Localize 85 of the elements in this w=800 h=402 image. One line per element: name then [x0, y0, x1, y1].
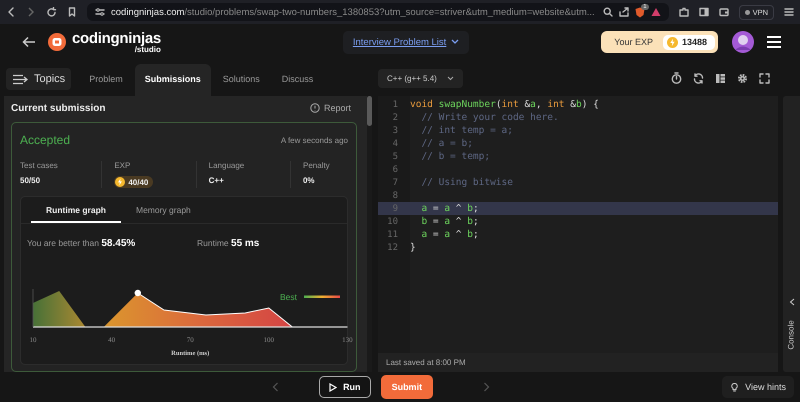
tab[interactable]: Solutions	[212, 64, 270, 96]
line-number: 5	[392, 152, 398, 162]
chevron-left-icon[interactable]	[788, 298, 794, 306]
code-line[interactable]: void swapNumber(int &a, int &b) {	[410, 99, 599, 110]
exp-badge: 40/40	[114, 176, 154, 188]
refresh-icon[interactable]	[693, 72, 704, 84]
line-number: 3	[392, 126, 398, 136]
bookmark-icon[interactable]	[67, 7, 77, 17]
fullscreen-icon[interactable]	[759, 72, 770, 84]
brand-name: codingninjas	[72, 30, 161, 46]
avatar-icon[interactable]	[732, 31, 754, 53]
next-icon[interactable]	[483, 382, 490, 392]
shield-icon[interactable]	[634, 6, 645, 18]
settings-icon[interactable]	[737, 72, 748, 84]
stat-value: C++	[208, 176, 225, 185]
position-marker	[134, 290, 141, 296]
back-arrow-icon[interactable]	[22, 36, 36, 48]
console-label: Console	[786, 320, 796, 350]
chevron-down-icon	[446, 76, 454, 80]
tab[interactable]: Discuss	[272, 64, 324, 96]
stat-label: Language	[208, 161, 246, 170]
legend-label: Best	[280, 292, 297, 302]
previous-icon[interactable]	[272, 382, 280, 392]
line-number: 12	[386, 242, 398, 252]
line-number: 8	[392, 190, 398, 200]
stopwatch-icon[interactable]	[671, 72, 682, 84]
line-number: 6	[392, 164, 398, 174]
exp-pill[interactable]: Your EXP 13488	[601, 31, 718, 53]
menu-icon[interactable]	[784, 7, 794, 17]
console-panel[interactable]: Console	[783, 96, 800, 372]
exp-value: 13488	[682, 37, 707, 47]
puzzle-icon[interactable]	[678, 7, 689, 17]
stat-value: 50/50	[20, 176, 42, 185]
line-number: 10	[386, 216, 398, 226]
lightbulb-icon	[730, 382, 740, 392]
logo-icon[interactable]	[48, 33, 66, 51]
save-status: Last saved at 8:00 PM	[378, 353, 778, 372]
sidebar-icon[interactable]	[698, 7, 709, 17]
site-info-icon	[95, 7, 105, 17]
report-button[interactable]: Report	[304, 102, 357, 114]
menu-arrow-icon	[12, 74, 28, 84]
legend-gradient-icon	[304, 296, 340, 298]
tab[interactable]: Submissions	[134, 64, 211, 96]
runtime-text: Runtime 55 ms	[197, 238, 260, 249]
hints-button[interactable]: View hints	[722, 376, 794, 398]
exp-label: Your EXP	[614, 37, 653, 47]
tab[interactable]: Problem	[79, 64, 133, 96]
layout-icon[interactable]	[715, 72, 726, 84]
panel-title: Current submission	[11, 102, 106, 114]
graph-tab[interactable]: Runtime graph	[31, 197, 121, 223]
back-icon[interactable]	[6, 7, 16, 17]
info-icon	[310, 103, 320, 113]
triangle-icon[interactable]	[650, 7, 661, 17]
reload-icon[interactable]	[46, 6, 57, 18]
play-icon	[329, 382, 338, 392]
zoom-icon[interactable]	[602, 7, 613, 17]
wallet-icon[interactable]	[718, 7, 729, 17]
share-icon[interactable]	[618, 7, 629, 17]
run-button[interactable]: Run	[319, 376, 371, 398]
timestamp: A few seconds ago	[280, 136, 348, 144]
better-than-text: You are better than 58.45%	[27, 238, 136, 249]
code-line[interactable]: a = a ^ b;	[410, 203, 479, 214]
bolt-icon	[666, 36, 678, 48]
graph-tab[interactable]: Memory graph	[120, 197, 206, 223]
scrollbar-thumb[interactable]	[367, 96, 372, 126]
address-field[interactable]: codingninjas.com/studio/problems/swap-two-numbers_1380853?utm_source=striver&utm_medium=website&utm...	[111, 6, 597, 18]
topics-button[interactable]: Topics	[6, 68, 72, 90]
code-line[interactable]: a = a ^ b;	[410, 229, 479, 240]
status-text: Accepted	[20, 133, 70, 147]
line-number: 4	[392, 138, 398, 148]
language-dropdown[interactable]: C++ (g++ 5.4)	[378, 68, 463, 88]
line-number: 1	[392, 100, 398, 110]
stat-label: Penalty	[302, 161, 331, 170]
line-number: 2	[392, 112, 398, 122]
stat-label: Test cases	[20, 161, 59, 170]
code-line[interactable]: }	[410, 242, 416, 253]
stat-value: 0%	[302, 176, 316, 185]
line-number: 11	[386, 230, 398, 240]
bolt-icon	[115, 177, 126, 187]
line-number: 7	[392, 178, 398, 188]
chevron-down-icon[interactable]	[451, 39, 460, 45]
stat-label: EXP	[114, 161, 132, 170]
code-line[interactable]: b = a ^ b;	[410, 216, 479, 227]
forward-icon[interactable]	[26, 7, 36, 17]
brand-subtitle: /studio	[134, 46, 161, 54]
